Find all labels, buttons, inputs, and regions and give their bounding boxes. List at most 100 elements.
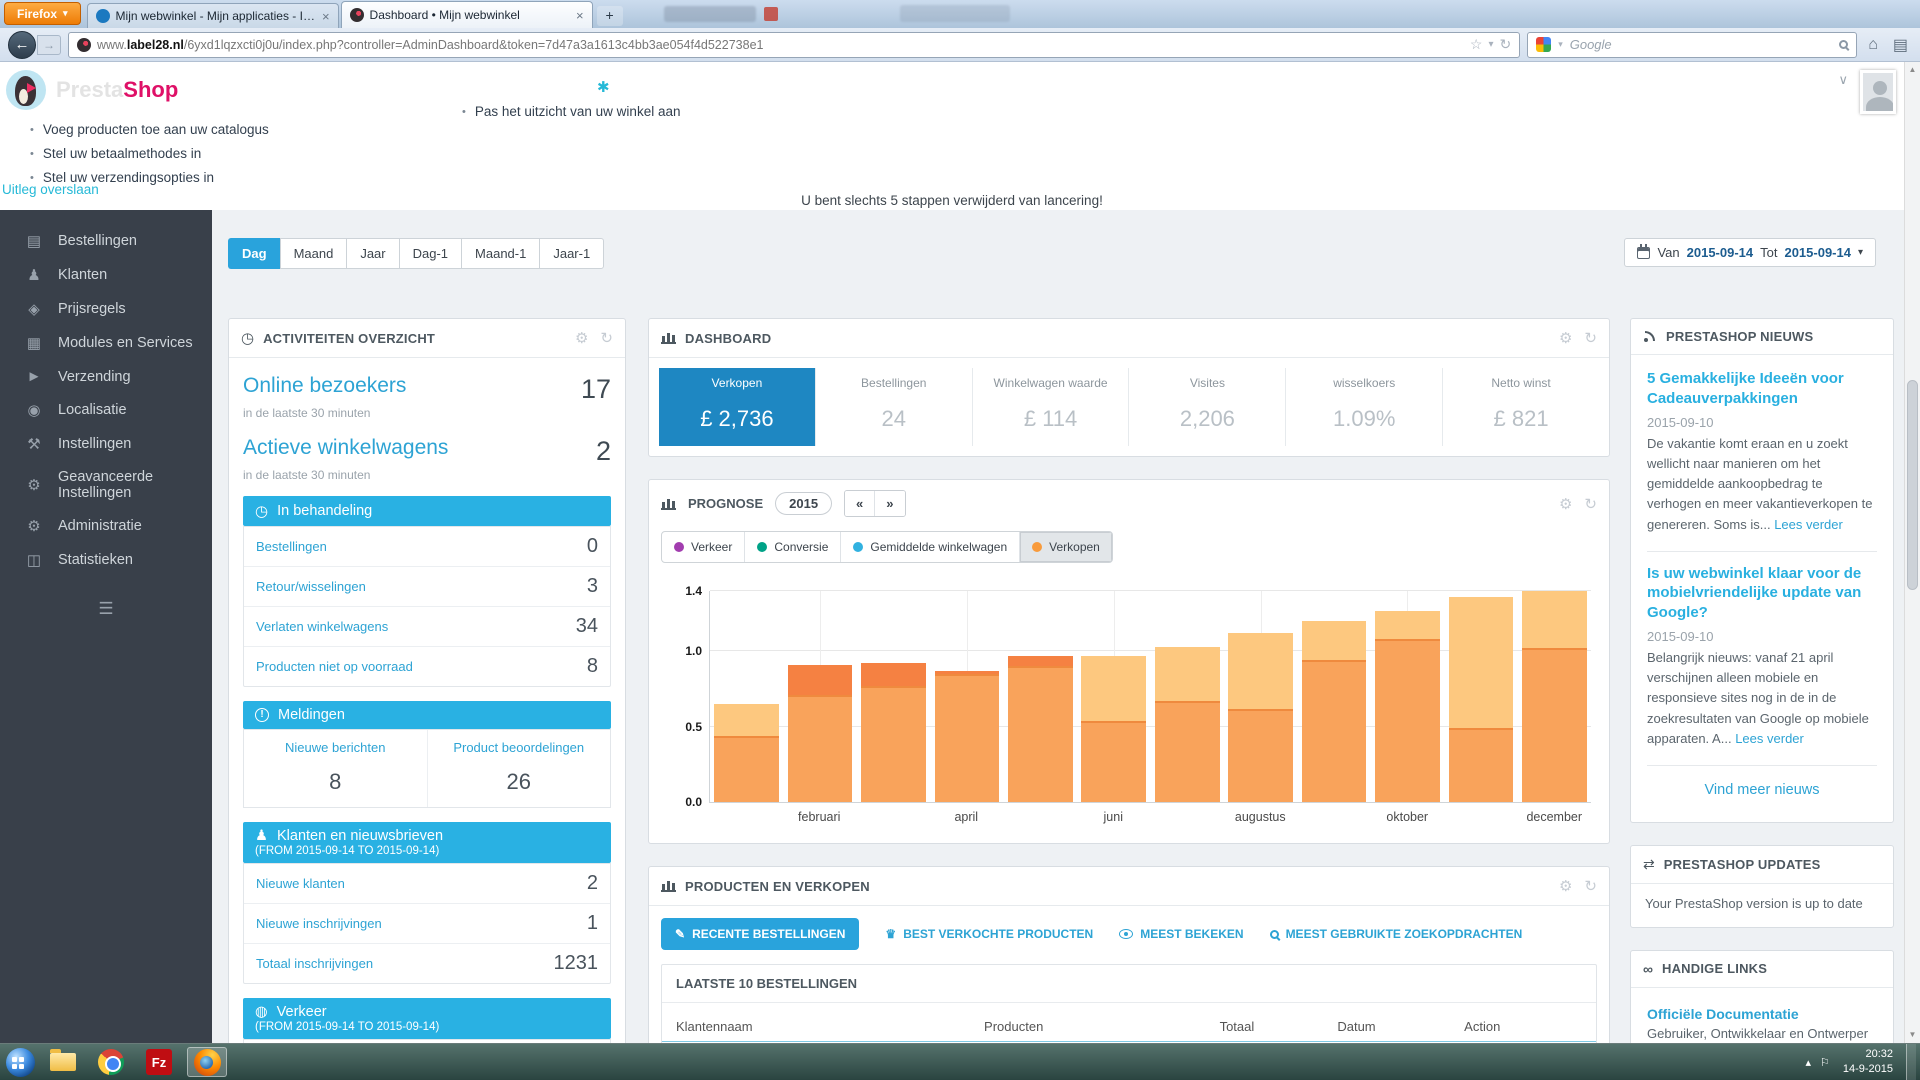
reload-icon[interactable]: ↻ <box>1499 36 1511 53</box>
row-link[interactable]: Nieuwe inschrijvingen <box>256 916 382 931</box>
news-article-title[interactable]: 5 Gemakkelijke Ideeën voor Cadeauverpakk… <box>1647 369 1877 408</box>
chevron-down-icon[interactable]: ∨ <box>1838 72 1848 88</box>
news-article-title[interactable]: Is uw webwinkel klaar voor de mobielvrie… <box>1647 564 1877 623</box>
sidebar-collapse-icon[interactable]: ☰ <box>0 599 212 619</box>
previous-year-button[interactable]: « <box>845 491 875 516</box>
scroll-down-icon[interactable]: ▼ <box>1905 1027 1920 1043</box>
tab-recente-bestellingen[interactable]: ✎ RECENTE BESTELLINGEN <box>661 918 859 950</box>
search-icon[interactable] <box>1839 40 1848 49</box>
home-icon[interactable]: ⌂ <box>1864 36 1882 54</box>
gear-icon[interactable]: ⚙ <box>1559 329 1572 347</box>
show-desktop-button[interactable] <box>1906 1044 1916 1080</box>
sidebar-item-modules[interactable]: ▦Modules en Services <box>0 326 212 360</box>
tray-flag-icon[interactable]: ⚐ <box>1820 1056 1830 1069</box>
url-bar[interactable]: www.label28.nl/6yxd1lqzxcti0j0u/index.ph… <box>68 32 1520 58</box>
refresh-icon[interactable]: ↻ <box>600 329 613 347</box>
row-link[interactable]: Retour/wisselingen <box>256 579 366 594</box>
row-link[interactable]: Producten niet op voorraad <box>256 659 413 674</box>
sidebar-item-prijsregels[interactable]: ◈Prijsregels <box>0 292 212 326</box>
bookmark-star-icon[interactable]: ☆ <box>1470 36 1483 53</box>
legend-item-verkopen[interactable]: Verkopen <box>1020 532 1112 562</box>
kpi-winkelwagen-waarde[interactable]: Winkelwagen waarde £ 114 <box>972 368 1129 446</box>
scroll-up-icon[interactable]: ▲ <box>1905 62 1920 78</box>
cell-link[interactable]: Product beoordelingen <box>434 740 605 755</box>
caret-down-icon[interactable]: ▾ <box>1558 39 1563 50</box>
legend-item-verkeer[interactable]: Verkeer <box>662 532 745 562</box>
pending-row: Retour/wisselingen3 <box>244 567 610 607</box>
user-avatar[interactable] <box>1860 70 1896 114</box>
taskbar-filezilla[interactable]: Fz <box>139 1047 179 1077</box>
sidebar-item-klanten[interactable]: ♟Klanten <box>0 258 212 292</box>
orders-icon: ▤ <box>24 232 44 250</box>
search-box[interactable]: ▾ Google <box>1527 32 1857 58</box>
back-button[interactable]: ← <box>8 31 36 59</box>
find-more-news-link[interactable]: Vind meer nieuws <box>1647 768 1877 814</box>
sidebar-item-label: Statistieken <box>58 552 133 568</box>
gear-icon[interactable]: ⚙ <box>575 329 588 347</box>
close-icon[interactable]: × <box>576 8 584 23</box>
scrollbar[interactable]: ▲ ▼ <box>1904 62 1920 1043</box>
refresh-icon[interactable]: ↻ <box>1584 495 1597 513</box>
sidebar-item-instellingen[interactable]: ⚒Instellingen <box>0 427 212 461</box>
kpi-wisselkoers[interactable]: wisselkoers 1.09% <box>1285 368 1442 446</box>
period-tab-maand[interactable]: Maand <box>280 238 347 269</box>
row-link[interactable]: Verlaten winkelwagens <box>256 619 388 634</box>
kpi-bestellingen[interactable]: Bestellingen 24 <box>815 368 972 446</box>
forward-button[interactable]: → <box>37 35 61 55</box>
refresh-icon[interactable]: ↻ <box>1584 877 1597 895</box>
documentation-link[interactable]: Officiële Documentatie <box>1647 1006 1877 1022</box>
tab-label: MEEST GEBRUIKTE ZOEKOPDRACHTEN <box>1286 927 1523 941</box>
sidebar-item-administratie[interactable]: ⚙Administratie <box>0 509 212 543</box>
period-tab-jaar-1[interactable]: Jaar-1 <box>539 238 604 269</box>
tab-meest-gebruikte-zoekopdrachten[interactable]: MEEST GEBRUIKTE ZOEKOPDRACHTEN <box>1270 927 1523 941</box>
active-carts-link[interactable]: Actieve winkelwagens <box>243 436 448 460</box>
bookmarks-icon[interactable]: ▤ <box>1889 35 1912 55</box>
tab-meest-bekeken[interactable]: MEEST BEKEKEN <box>1119 927 1243 941</box>
period-tab-maand-1[interactable]: Maand-1 <box>461 238 539 269</box>
caret-down-icon[interactable]: ▾ <box>1488 39 1493 50</box>
sidebar-item-verzending[interactable]: ►Verzending <box>0 360 212 393</box>
kpi-netto-winst[interactable]: Netto winst £ 821 <box>1442 368 1599 446</box>
sidebar-item-statistieken[interactable]: ◫Statistieken <box>0 543 212 577</box>
legend-item-gemiddelde-winkelwagen[interactable]: Gemiddelde winkelwagen <box>841 532 1020 562</box>
scrollbar-thumb[interactable] <box>1907 380 1918 590</box>
legend-item-conversie[interactable]: Conversie <box>745 532 841 562</box>
sidebar-item-geavanceerde-instellingen[interactable]: ⚙Geavanceerde Instellingen <box>0 461 212 509</box>
tray-expand-icon[interactable]: ▴ <box>1805 1056 1811 1069</box>
gear-icon[interactable]: ⚙ <box>1559 495 1572 513</box>
read-more-link[interactable]: Lees verder <box>1735 731 1804 746</box>
kpi-visites[interactable]: Visites 2,206 <box>1128 368 1285 446</box>
start-button[interactable] <box>6 1048 35 1077</box>
browser-tab-dashboard[interactable]: Dashboard • Mijn webwinkel × <box>341 1 593 28</box>
next-year-button[interactable]: » <box>875 491 904 516</box>
period-tab-dag[interactable]: Dag <box>228 238 280 269</box>
row-link[interactable]: Bestellingen <box>256 539 327 554</box>
prestashop-mascot-icon <box>6 70 46 110</box>
folder-icon <box>50 1053 76 1071</box>
firefox-menu-button[interactable]: Firefox ▾ <box>4 2 81 25</box>
taskbar-explorer[interactable] <box>43 1047 83 1077</box>
read-more-link[interactable]: Lees verder <box>1774 517 1843 532</box>
tab-best-verkochte-producten[interactable]: ♛ BEST VERKOCHTE PRODUCTEN <box>885 927 1093 941</box>
onboarding-step-label: Voeg producten toe aan uw catalogus <box>43 122 269 137</box>
close-icon[interactable]: × <box>322 9 330 24</box>
row-link[interactable]: Nieuwe klanten <box>256 876 345 891</box>
taskbar-chrome[interactable] <box>91 1047 131 1077</box>
chart-icon <box>661 332 676 344</box>
period-tab-dag-1[interactable]: Dag-1 <box>399 238 461 269</box>
kpi-verkopen[interactable]: Verkopen £ 2,736 <box>659 368 815 446</box>
taskbar-firefox[interactable] <box>187 1047 227 1077</box>
period-tab-jaar[interactable]: Jaar <box>346 238 398 269</box>
sidebar-item-bestellingen[interactable]: ▤Bestellingen <box>0 224 212 258</box>
refresh-icon[interactable]: ↻ <box>1584 329 1597 347</box>
online-visitors-link[interactable]: Online bezoekers <box>243 374 406 398</box>
cell-link[interactable]: Nieuwe berichten <box>250 740 421 755</box>
new-tab-button[interactable]: + <box>597 6 623 26</box>
date-range-picker[interactable]: Van 2015-09-14 Tot 2015-09-14 ▾ <box>1624 238 1876 267</box>
gear-icon[interactable]: ⚙ <box>1559 877 1572 895</box>
row-link[interactable]: Totaal inschrijvingen <box>256 956 373 971</box>
launch-banner: U bent slechts 5 stappen verwijderd van … <box>0 193 1904 208</box>
sidebar-item-localisatie[interactable]: ◉Localisatie <box>0 393 212 427</box>
updates-status-text: Your PrestaShop version is up to date <box>1631 884 1893 927</box>
browser-tab-backoffice[interactable]: Mijn webwinkel - Mijn applicaties - In..… <box>87 3 339 28</box>
